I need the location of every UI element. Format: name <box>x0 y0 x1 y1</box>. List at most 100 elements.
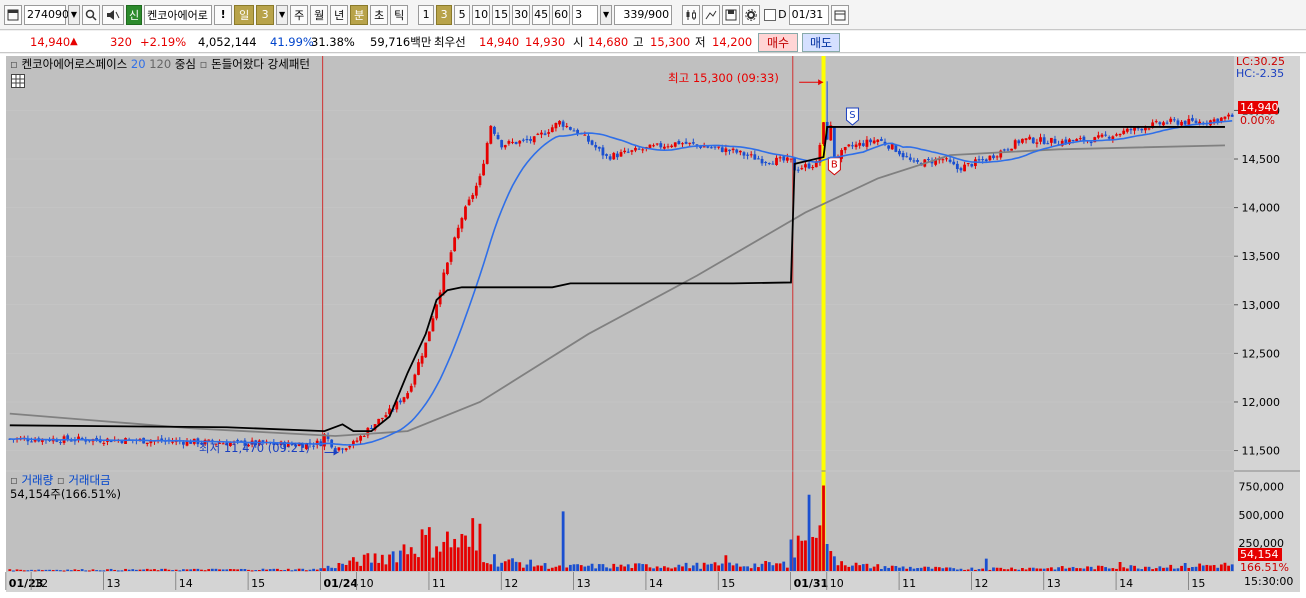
period-week-button[interactable]: 주 <box>290 4 309 25</box>
buy-button[interactable]: 매수 <box>758 33 798 52</box>
amount-bullet-icon: ▫ <box>56 473 65 487</box>
interval-5-button[interactable]: 5 <box>454 4 471 25</box>
date-checkbox[interactable] <box>764 8 777 21</box>
candle-body <box>1049 137 1053 143</box>
volume-tick-label: 500,000 <box>1239 509 1285 522</box>
code-input[interactable]: 274090 <box>24 4 69 25</box>
new-listing-badge: 신 <box>126 4 143 25</box>
interval-15-button[interactable]: 15 <box>492 4 511 25</box>
candle-body <box>1078 138 1082 140</box>
candle-body <box>536 133 540 135</box>
volume-bar <box>1129 565 1133 571</box>
volume-bar <box>449 547 453 571</box>
volume-bar <box>865 563 869 571</box>
minute-button[interactable]: 분 <box>350 4 369 25</box>
volume-bar <box>796 535 800 571</box>
volume-bar <box>315 569 319 571</box>
volume-bar <box>134 569 138 571</box>
settings-gear-icon[interactable] <box>742 4 761 25</box>
volume-bar <box>666 567 670 571</box>
volume-bar <box>221 569 225 571</box>
candle-body <box>728 149 731 152</box>
volume-bar <box>753 563 757 571</box>
candle-body <box>1107 136 1111 139</box>
candle-body <box>927 158 930 160</box>
candle-body <box>1219 117 1223 121</box>
interval-select[interactable]: 3 <box>572 4 599 25</box>
candle-body <box>359 435 363 441</box>
volume-bar <box>380 554 384 571</box>
sell-button[interactable]: 매도 <box>802 33 840 52</box>
interval-30-button[interactable]: 30 <box>512 4 531 25</box>
volume-bar <box>435 546 438 571</box>
volume-bar <box>829 551 833 571</box>
volume-bar <box>890 565 894 571</box>
code-dropdown-button[interactable]: ▼ <box>68 4 80 25</box>
volume-bar <box>952 568 956 571</box>
period-year-button[interactable]: 년 <box>330 4 349 25</box>
interval-3-button[interactable]: 3 <box>436 4 453 25</box>
date-input[interactable]: 01/31 <box>788 4 829 25</box>
candle-body <box>380 417 384 419</box>
interval-10-button[interactable]: 10 <box>472 4 491 25</box>
sound-icon[interactable] <box>102 4 124 25</box>
interval-dropdown-button[interactable]: ▼ <box>600 4 613 25</box>
volume-bar <box>236 569 240 571</box>
calendar-icon[interactable] <box>830 4 849 25</box>
interval-1-button[interactable]: 1 <box>418 4 435 25</box>
candle-body <box>854 144 858 148</box>
candle-body <box>843 146 847 151</box>
volume-bar <box>1162 567 1165 571</box>
volume-bar <box>720 563 724 571</box>
data-count-field[interactable]: 339/900 <box>614 4 673 25</box>
candle-body <box>1100 134 1104 137</box>
volume-bar <box>200 569 203 571</box>
volume-bar <box>30 569 33 571</box>
candle-type-icon[interactable] <box>682 4 701 25</box>
period-count[interactable]: 3 <box>256 4 275 25</box>
period-dropdown-button[interactable]: ▼ <box>276 4 289 25</box>
volume-bar <box>1031 567 1035 571</box>
volume-bar <box>377 562 381 571</box>
volume-bar <box>420 529 424 571</box>
chart-legend: ▫ 켄코아에어로스페이스 20 120 중심 ▫ 돈들어왔다 강세패턴 <box>10 56 310 72</box>
candle-body <box>807 163 811 169</box>
save-icon[interactable] <box>722 4 741 25</box>
volume-bar <box>1219 564 1223 571</box>
interval-45-button[interactable]: 45 <box>532 4 551 25</box>
period-day-button[interactable]: 일 <box>234 4 255 25</box>
volume-tick-label: 750,000 <box>1239 481 1285 494</box>
interval-60-button[interactable]: 60 <box>552 4 571 25</box>
volume-bar <box>681 566 684 571</box>
volume-bar <box>326 565 330 571</box>
x-tick-label: 14 <box>649 577 663 590</box>
chart-settings-grid-icon[interactable] <box>11 74 25 88</box>
volume-bar <box>431 557 435 571</box>
candle-body <box>984 159 988 162</box>
legend-stock-name: 켄코아에어로스페이스 <box>21 57 128 71</box>
volume-bar <box>124 568 127 571</box>
candle-body <box>1096 135 1100 138</box>
volume-bar <box>977 569 981 571</box>
candle-body <box>673 142 677 147</box>
x-tick-label: 10 <box>830 577 844 590</box>
period-month-button[interactable]: 월 <box>310 4 329 25</box>
stock-name[interactable]: 켄코아에어로 <box>144 4 213 25</box>
candle-body <box>543 133 547 135</box>
candle-body <box>785 157 789 161</box>
search-icon[interactable] <box>82 4 100 25</box>
hc-value: HC:-2.35 <box>1236 67 1285 80</box>
current-price: 14,940 <box>30 34 71 49</box>
warning-button[interactable]: ! <box>214 4 233 25</box>
second-button[interactable]: 초 <box>370 4 389 25</box>
volume-bar <box>1151 569 1155 571</box>
volume-bar <box>500 562 504 571</box>
buy-signal-label: B <box>831 160 838 171</box>
candle-body <box>594 145 598 148</box>
window-icon[interactable] <box>4 4 22 25</box>
volume-bar <box>757 567 760 571</box>
draw-tool-icon[interactable] <box>702 4 721 25</box>
tick-button[interactable]: 틱 <box>390 4 409 25</box>
candle-body <box>887 145 891 149</box>
chart-area[interactable]: BS 15,00014,50014,00013,50013,00012,5001… <box>0 54 1306 598</box>
